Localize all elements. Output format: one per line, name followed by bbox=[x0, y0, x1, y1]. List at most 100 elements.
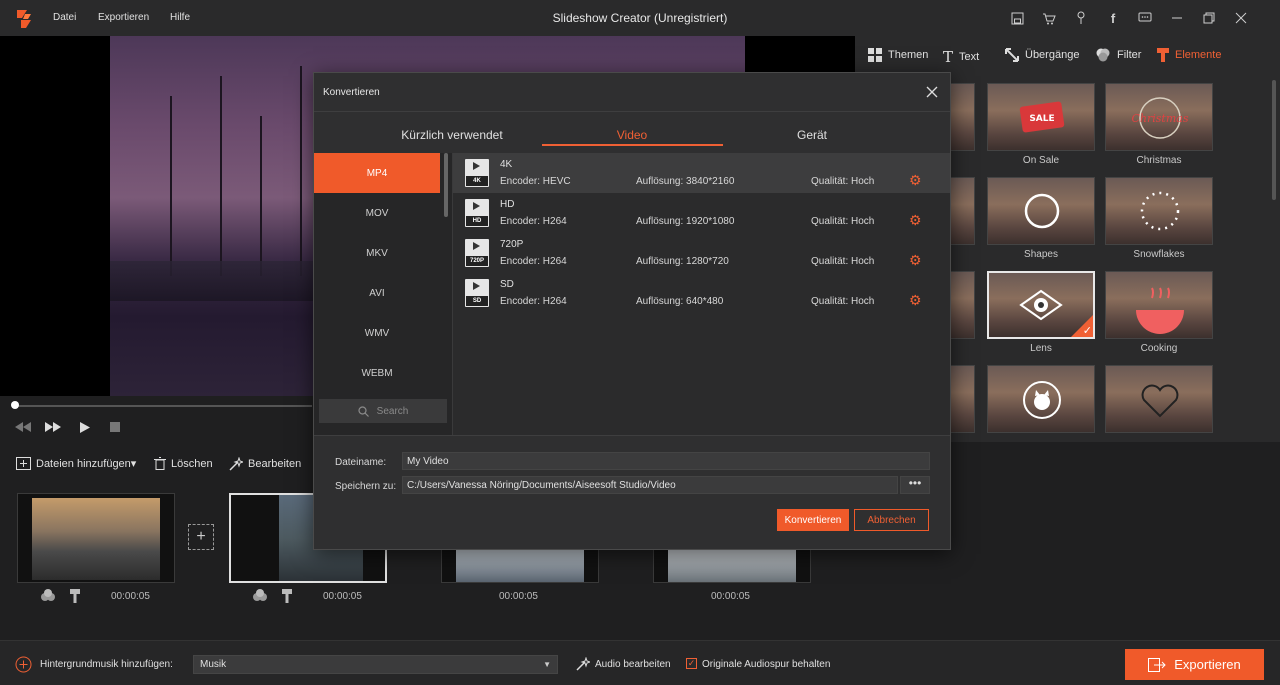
timeline-clip[interactable] bbox=[17, 493, 175, 583]
menu-hilfe[interactable]: Hilfe bbox=[170, 12, 190, 23]
edit-button[interactable]: Bearbeiten bbox=[229, 457, 301, 471]
element-tile-heart[interactable] bbox=[1105, 365, 1213, 433]
format-avi[interactable]: AVI bbox=[314, 273, 440, 313]
filter-icon[interactable] bbox=[40, 589, 56, 603]
text-icon: T bbox=[943, 48, 954, 66]
preset-quality: Qualität: Hoch bbox=[811, 216, 875, 227]
magic-wand-icon[interactable] bbox=[576, 657, 590, 671]
tab-elemente[interactable]: Elemente bbox=[1157, 48, 1221, 62]
delete-label: Löschen bbox=[171, 457, 213, 470]
cart-icon[interactable] bbox=[1040, 9, 1058, 27]
element-label: Christmas bbox=[1136, 155, 1182, 166]
save-icon[interactable] bbox=[1008, 9, 1026, 27]
menu-exportieren[interactable]: Exportieren bbox=[98, 12, 149, 23]
tab-themen[interactable]: Themen bbox=[868, 48, 928, 62]
format-webm[interactable]: WEBM bbox=[314, 353, 440, 393]
tab-text[interactable]: T Text bbox=[943, 48, 979, 66]
tab-filter[interactable]: Filter bbox=[1095, 48, 1141, 62]
format-search[interactable]: Search bbox=[319, 399, 447, 423]
tab-label: Text bbox=[959, 51, 980, 63]
menu-datei[interactable]: Datei bbox=[53, 12, 76, 23]
key-icon[interactable] bbox=[1072, 9, 1090, 27]
grid-icon bbox=[868, 48, 882, 62]
preset-encoder: Encoder: H264 bbox=[500, 296, 567, 307]
format-mp4[interactable]: MP4 bbox=[314, 153, 440, 193]
close-icon[interactable] bbox=[923, 83, 941, 101]
format-mov[interactable]: MOV bbox=[314, 193, 440, 233]
panel-scrollbar[interactable] bbox=[1272, 80, 1276, 200]
rewind-icon[interactable] bbox=[15, 420, 31, 434]
element-tile-shapes[interactable] bbox=[987, 177, 1095, 245]
brush-icon[interactable] bbox=[282, 589, 292, 603]
convert-dialog: Konvertieren Kürzlich verwendet Video Ge… bbox=[313, 72, 951, 550]
video-file-icon: SD bbox=[465, 279, 489, 307]
tab-uebergaenge[interactable]: Übergänge bbox=[1005, 48, 1079, 62]
tab-device[interactable]: Gerät bbox=[722, 128, 902, 142]
browse-button[interactable]: ••• bbox=[900, 476, 930, 494]
edit-audio-button[interactable]: Audio bearbeiten bbox=[595, 659, 671, 670]
tab-recent[interactable]: Kürzlich verwendet bbox=[362, 128, 542, 142]
cancel-button[interactable]: Abbrechen bbox=[854, 509, 929, 531]
preset-row[interactable]: 720P 720P Encoder: H264 Auflösung: 1280*… bbox=[453, 233, 950, 273]
format-wmv[interactable]: WMV bbox=[314, 313, 440, 353]
feedback-icon[interactable] bbox=[1136, 9, 1154, 27]
element-tile-cat[interactable] bbox=[987, 365, 1095, 433]
gear-icon[interactable]: ⚙ bbox=[909, 173, 923, 187]
element-tile-partial[interactable] bbox=[949, 83, 975, 151]
restore-icon[interactable] bbox=[1200, 9, 1218, 27]
filename-input[interactable] bbox=[402, 452, 930, 470]
clip-duration: 00:00:05 bbox=[111, 591, 150, 602]
gear-icon[interactable]: ⚙ bbox=[909, 213, 923, 227]
preset-quality: Qualität: Hoch bbox=[811, 176, 875, 187]
element-tile-snowflakes[interactable] bbox=[1105, 177, 1213, 245]
preset-resolution: Auflösung: 1920*1080 bbox=[636, 216, 735, 227]
stop-icon[interactable] bbox=[107, 420, 123, 434]
filter-icon[interactable] bbox=[252, 589, 268, 603]
export-button[interactable]: Exportieren bbox=[1125, 649, 1264, 680]
tab-label: Übergänge bbox=[1025, 49, 1080, 61]
gear-icon[interactable]: ⚙ bbox=[909, 253, 923, 267]
facebook-icon[interactable]: f bbox=[1104, 9, 1122, 27]
seek-handle[interactable] bbox=[11, 401, 19, 409]
element-tile-partial[interactable] bbox=[949, 365, 975, 433]
element-tile-lens[interactable] bbox=[987, 271, 1095, 339]
clip-duration: 00:00:05 bbox=[711, 591, 750, 602]
preset-row[interactable]: 4K 4K Encoder: HEVC Auflösung: 3840*2160… bbox=[453, 153, 950, 193]
element-tile-christmas[interactable]: Christmas bbox=[1105, 83, 1213, 151]
element-tile-cooking[interactable] bbox=[1105, 271, 1213, 339]
add-files-button[interactable]: Dateien hinzufügen▾ bbox=[16, 457, 136, 470]
element-tile-on-sale[interactable]: SALE bbox=[987, 83, 1095, 151]
preset-quality: Qualität: Hoch bbox=[811, 256, 875, 267]
element-tile-partial[interactable] bbox=[949, 177, 975, 245]
format-scrollbar[interactable] bbox=[444, 153, 448, 217]
preset-resolution: Auflösung: 640*480 bbox=[636, 296, 724, 307]
search-placeholder: Search bbox=[376, 405, 409, 417]
preset-row[interactable]: HD HD Encoder: H264 Auflösung: 1920*1080… bbox=[453, 193, 950, 233]
fast-forward-icon[interactable] bbox=[45, 420, 61, 434]
preset-row[interactable]: SD SD Encoder: H264 Auflösung: 640*480 Q… bbox=[453, 273, 950, 313]
add-music-icon[interactable] bbox=[15, 656, 32, 673]
tab-label: Elemente bbox=[1175, 49, 1222, 61]
tab-video[interactable]: Video bbox=[542, 128, 722, 142]
save-to-label: Speichern zu: bbox=[335, 481, 397, 492]
save-path-input[interactable] bbox=[402, 476, 898, 494]
convert-button[interactable]: Konvertieren bbox=[777, 509, 849, 531]
close-window-icon[interactable] bbox=[1232, 9, 1250, 27]
element-label: Lens bbox=[1030, 343, 1052, 354]
element-tile-partial[interactable] bbox=[949, 271, 975, 339]
keep-audio-checkbox[interactable]: ✓ bbox=[686, 658, 697, 669]
add-clip-slot[interactable]: + bbox=[188, 524, 214, 550]
keep-audio-label: Originale Audiospur behalten bbox=[702, 659, 831, 670]
brush-icon bbox=[1157, 48, 1169, 62]
format-mkv[interactable]: MKV bbox=[314, 233, 440, 273]
element-label: Snowflakes bbox=[1133, 249, 1185, 260]
minimize-icon[interactable] bbox=[1168, 9, 1186, 27]
play-icon[interactable] bbox=[77, 420, 93, 434]
filter-icon bbox=[1096, 48, 1110, 62]
export-label: Exportieren bbox=[1174, 657, 1241, 672]
gear-icon[interactable]: ⚙ bbox=[909, 293, 923, 307]
delete-button[interactable]: Löschen bbox=[154, 457, 213, 470]
brush-icon[interactable] bbox=[70, 589, 80, 603]
tab-label: Themen bbox=[888, 49, 929, 61]
music-select[interactable]: Musik ▼ bbox=[193, 655, 558, 674]
